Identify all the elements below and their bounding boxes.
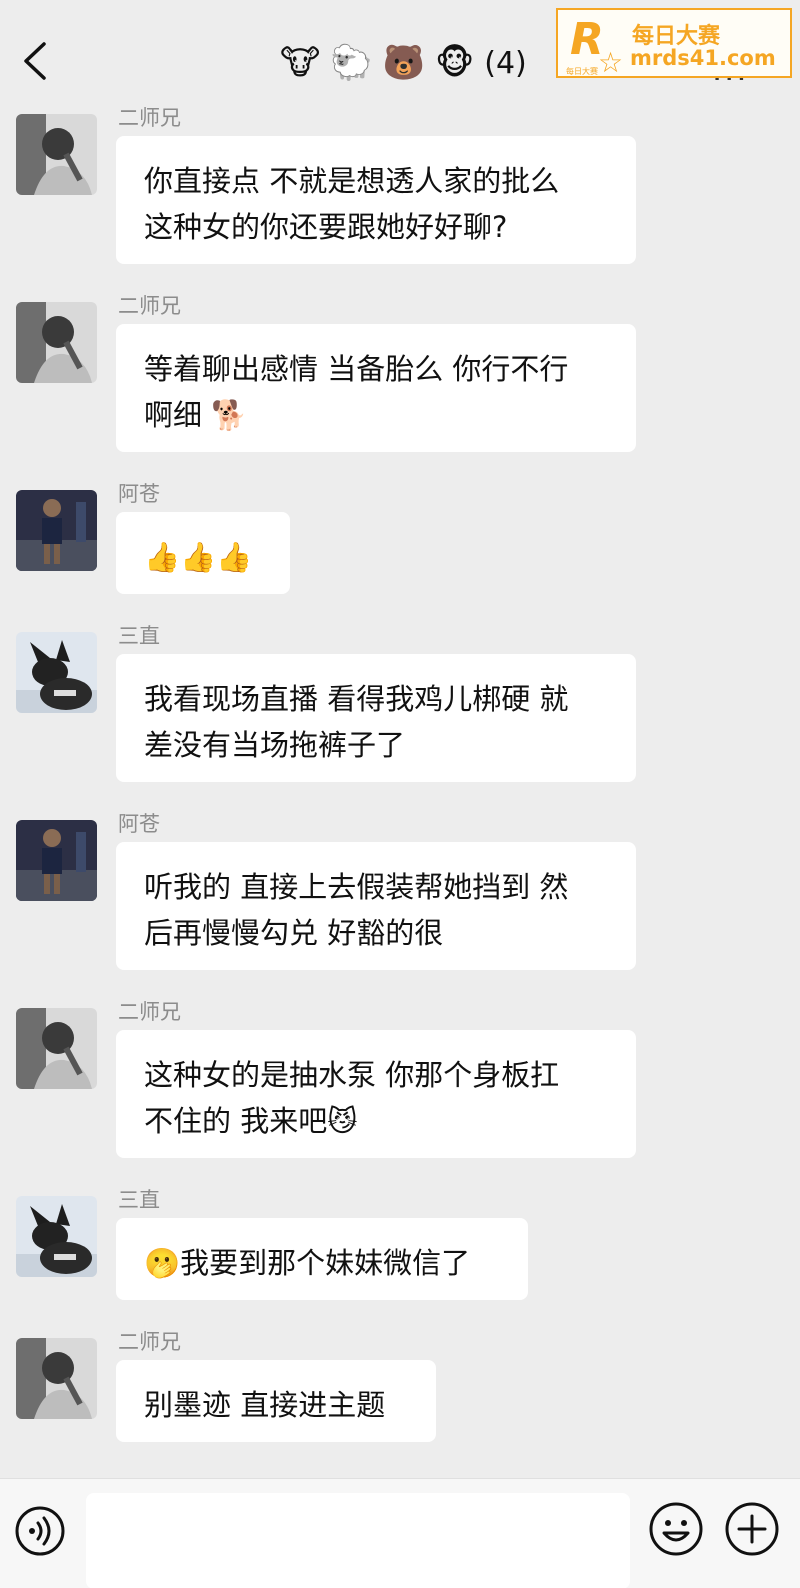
sender-name: 三直 <box>118 1188 160 1212</box>
chat-screen: 🐮 🐑 🐻 🐵 (4) ... R ☆ 每日大赛 每日大赛 mrds41.com… <box>0 0 800 1588</box>
sender-name: 二师兄 <box>118 106 181 130</box>
avatar-erShiXiong[interactable] <box>16 114 97 195</box>
avatar-sanZhi[interactable] <box>16 632 97 713</box>
message-input[interactable] <box>86 1493 630 1588</box>
sender-name: 二师兄 <box>118 294 181 318</box>
watermark-url: mrds41.com <box>630 46 776 70</box>
star-icon: ☆ <box>598 46 624 79</box>
message-bubble[interactable]: 👍👍👍 <box>116 512 290 594</box>
sender-name: 二师兄 <box>118 1330 181 1354</box>
avatar-erShiXiong[interactable] <box>16 302 97 383</box>
message-bubble[interactable]: 听我的 直接上去假装帮她挡到 然 后再慢慢勾兑 好豁的很 <box>116 842 636 970</box>
message-bubble[interactable]: 这种女的是抽水泵 你那个身板扛 不住的 我来吧😼 <box>116 1030 636 1158</box>
sender-name: 阿苍 <box>118 812 160 836</box>
message-bubble[interactable]: 🫢我要到那个妹妹微信了 <box>116 1218 528 1300</box>
plus-button[interactable] <box>724 1501 780 1557</box>
group-title: 🐮 🐑 🐻 🐵 (4) <box>280 38 527 88</box>
avatar-erShiXiong[interactable] <box>16 1338 97 1419</box>
plus-icon <box>725 1502 779 1556</box>
logo-small-text: 每日大赛 <box>566 67 598 76</box>
avatar-sanZhi[interactable] <box>16 1196 97 1277</box>
message-bubble[interactable]: 我看现场直播 看得我鸡儿梆硬 就 差没有当场拖裤子了 <box>116 654 636 782</box>
cow-emoji: 🐮 <box>280 43 321 83</box>
smiley-icon <box>649 1502 703 1556</box>
chevron-left-icon <box>24 42 46 80</box>
emoji-button[interactable] <box>648 1501 704 1557</box>
sender-name: 三直 <box>118 624 160 648</box>
sender-name: 二师兄 <box>118 1000 181 1024</box>
avatar-aCang[interactable] <box>16 490 97 571</box>
member-count: (4) <box>484 45 527 81</box>
input-bar <box>0 1478 800 1588</box>
avatar-erShiXiong[interactable] <box>16 1008 97 1089</box>
message-bubble[interactable]: 你直接点 不就是想透人家的批么 这种女的你还要跟她好好聊? <box>116 136 636 264</box>
avatar-aCang[interactable] <box>16 820 97 901</box>
back-button[interactable] <box>16 38 56 84</box>
message-bubble[interactable]: 别墨迹 直接进主题 <box>116 1360 436 1442</box>
voice-button[interactable] <box>14 1505 66 1557</box>
bear-emoji: 🐻 <box>382 43 425 83</box>
watermark-logo: R ☆ 每日大赛 每日大赛 mrds41.com <box>556 8 792 79</box>
message-bubble[interactable]: 等着聊出感情 当备胎么 你行不行 啊细 🐕 <box>116 324 636 452</box>
sender-name: 阿苍 <box>118 482 160 506</box>
monkey-emoji: 🐵 <box>434 43 475 83</box>
voice-icon <box>15 1506 65 1556</box>
sheep-emoji: 🐑 <box>330 43 373 83</box>
